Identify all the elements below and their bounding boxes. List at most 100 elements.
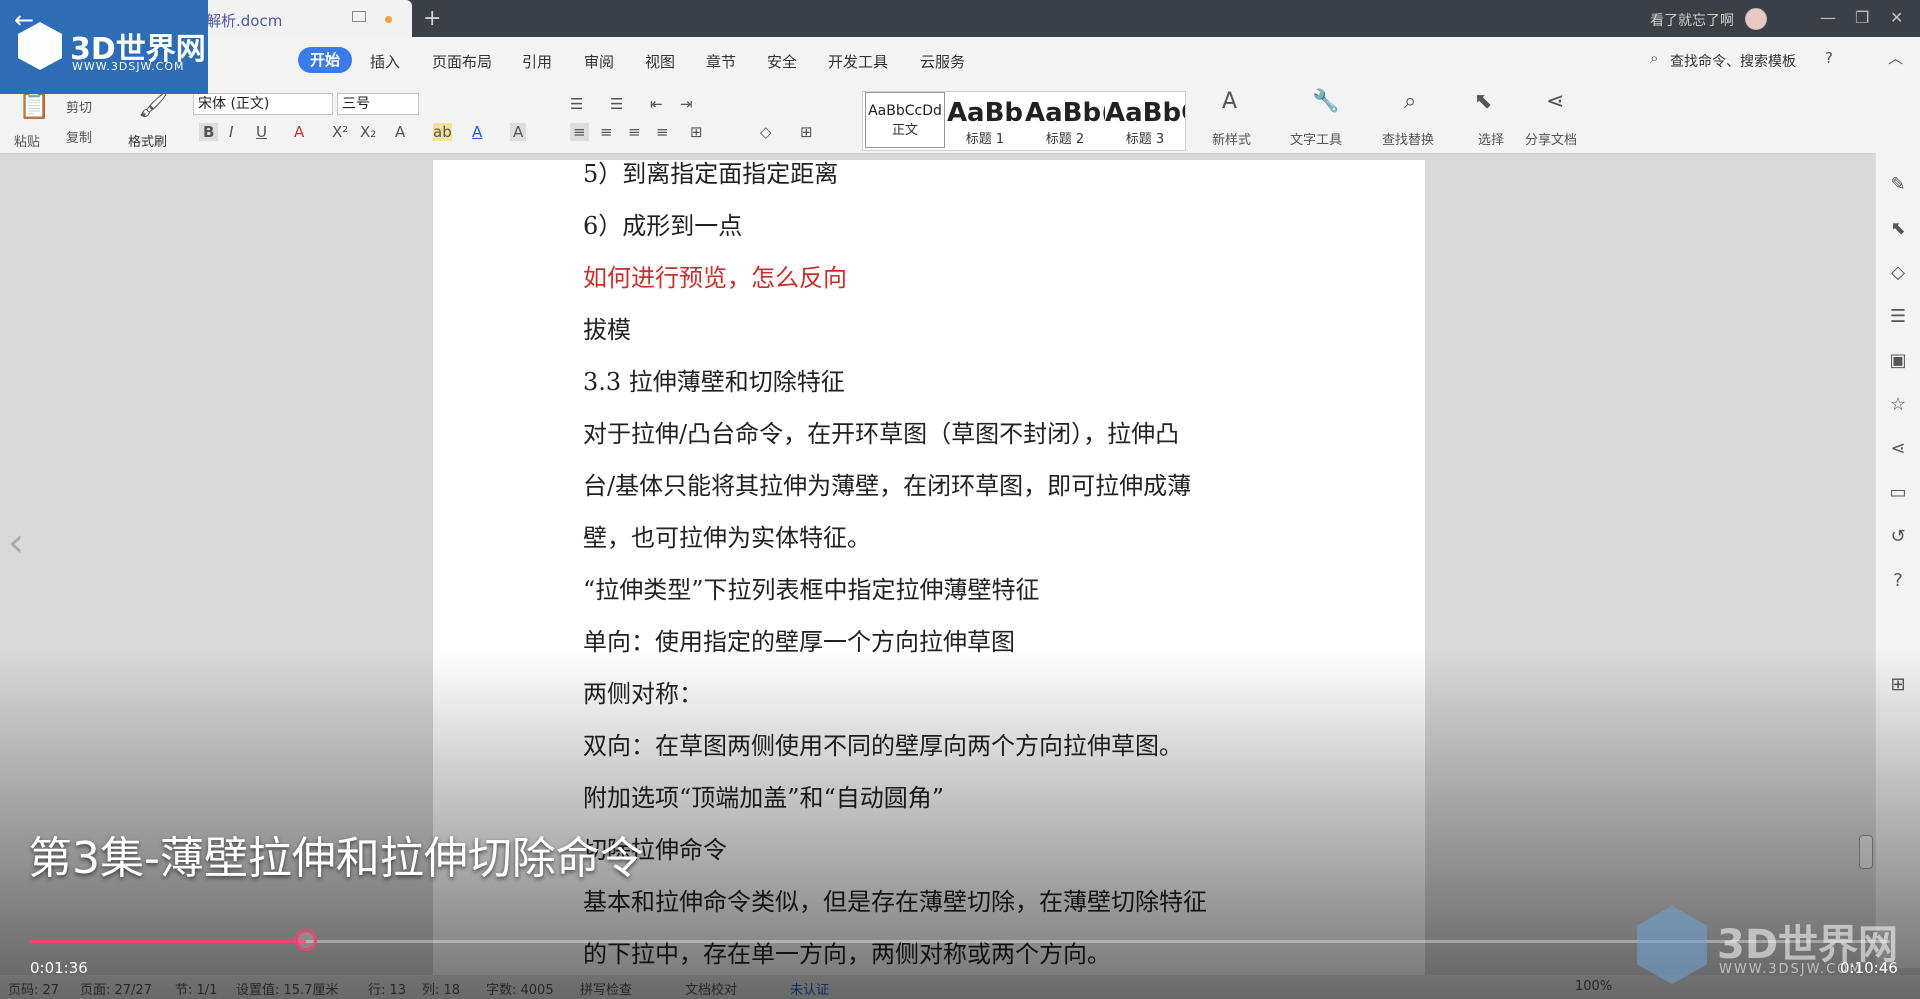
font-color-button[interactable]: A [472,123,482,141]
outdent-icon[interactable]: ⇤ [650,95,663,113]
new-style-icon[interactable]: A [1222,89,1237,114]
doc-line: 基本和拉伸命令类似，但是存在薄壁切除，在薄壁切除特征 [583,888,1207,916]
doc-line-highlight: 如何进行预览，怎么反向 [583,264,847,292]
vertical-scrollbar[interactable] [1858,165,1873,965]
indent-icon[interactable]: ⇥ [680,95,693,113]
menu-item-cloud[interactable]: 云服务 [920,51,965,72]
italic-button[interactable]: I [229,123,233,141]
new-tab-button[interactable]: + [423,6,441,31]
borders-icon[interactable]: ⊞ [800,123,813,141]
status-bar: 页码: 27 页面: 27/27 节: 1/1 设置值: 15.7厘米 行: 1… [0,975,1920,999]
align-left-icon[interactable]: ≡ [570,123,589,141]
search-icon[interactable]: ⌕ [1650,49,1658,67]
font-size-select[interactable]: 三号 [337,93,419,115]
apps-icon[interactable]: ⊞ [1886,673,1910,697]
menu-item-chapter[interactable]: 章节 [706,51,736,72]
align-right-icon[interactable]: ≡ [628,123,641,141]
minimize-button[interactable]: — [1820,8,1836,27]
close-button[interactable]: ✕ [1890,8,1903,27]
account-name[interactable]: 看了就忘了啊 [1650,10,1734,30]
doc-heading: 3.3 拉伸薄壁和切除特征 [583,368,845,396]
superscript-button[interactable]: X² [332,123,348,141]
wrench-icon[interactable]: 🔧 [1312,89,1339,114]
proofread-button[interactable]: 文档校对 [685,979,737,998]
share-icon[interactable]: ⋖ [1546,89,1564,114]
doc-line: 台/基体只能将其拉伸为薄壁，在闭环草图，即可拉伸成薄 [583,472,1192,500]
search-command-input[interactable]: 查找命令、搜索模板 [1670,51,1796,71]
font-name-select[interactable]: 宋体 (正文) [193,93,333,115]
watermark-logo: 3D世界网 WWW.3DSJW.COM [1635,902,1915,992]
status-words[interactable]: 字数: 4005 [486,979,554,998]
shapes-icon[interactable]: ◇ [1886,261,1910,285]
paste-button[interactable]: 粘贴 [14,131,40,150]
subscript-button[interactable]: X₂ [360,123,376,141]
strikethrough-button[interactable]: A [294,123,304,141]
underline-button[interactable]: U [256,123,267,141]
pen-icon[interactable]: ✎ [1886,173,1910,197]
star-icon[interactable]: ☆ [1886,393,1910,417]
cursor-icon[interactable]: ⬉ [1474,89,1492,114]
justify-icon[interactable]: ≡ [656,123,669,141]
text-effect-button[interactable]: A [395,123,405,141]
previous-page-icon[interactable]: ‹ [8,520,24,566]
distribute-icon[interactable]: ⊞ [690,123,703,141]
menu-item-view[interactable]: 视图 [645,51,675,72]
menu-item-layout[interactable]: 页面布局 [432,51,492,72]
document-tab[interactable]: 解析.docm [172,0,412,37]
menu-item-insert[interactable]: 插入 [370,51,400,72]
align-center-icon[interactable]: ≡ [600,123,613,141]
find-icon[interactable]: ⌕ [1404,89,1416,114]
bullet-list-icon[interactable]: ☰ [570,95,583,113]
history-icon[interactable]: ↺ [1886,525,1910,549]
help-icon[interactable]: ? [1886,569,1910,593]
menu-item-security[interactable]: 安全 [767,51,797,72]
style-heading-1[interactable]: AaBb 标题 1 [945,92,1025,148]
pointer-icon[interactable]: ⬉ [1886,217,1910,241]
numbered-list-icon[interactable]: ☰ [610,95,623,113]
video-progress-fill [30,940,307,943]
style-normal[interactable]: AaBbCcDd 正文 [865,92,945,148]
menu-item-developer[interactable]: 开发工具 [828,51,888,72]
format-painter-icon[interactable]: 🖌 [138,91,168,119]
settings-icon[interactable]: ☰ [1886,305,1910,329]
style-heading-2[interactable]: AaBb( 标题 2 [1025,92,1105,148]
archive-icon[interactable]: ▭ [1886,481,1910,505]
episode-title: 第3集-薄壁拉伸和拉伸切除命令 [28,833,644,884]
doc-line: “拉伸类型”下拉列表框中指定拉伸薄壁特征 [583,576,1040,604]
highlight-button[interactable]: ab [433,123,452,141]
video-progress-knob[interactable] [295,929,318,951]
screen-icon[interactable] [352,11,366,22]
status-section: 节: 1/1 [175,983,218,998]
style-heading-3[interactable]: AaBbC( 标题 3 [1105,92,1185,148]
status-setting: 设置值: 15.7厘米 [236,983,339,998]
paste-icon[interactable]: 📋 [18,91,50,121]
zoom-level[interactable]: 100% [1575,979,1612,994]
find-replace-button[interactable]: 查找替换 [1382,129,1434,148]
video-progress-bar[interactable] [30,929,1890,951]
auth-status[interactable]: 未认证 [790,979,829,998]
select-button[interactable]: 选择 [1478,129,1504,148]
menu-item-references[interactable]: 引用 [522,51,552,72]
maximize-button[interactable]: ❐ [1855,8,1869,27]
menu-item-home[interactable]: 开始 [298,47,352,73]
spell-check-button[interactable]: 拼写检查 [580,979,632,998]
format-painter-button[interactable]: 格式刷 [128,131,167,150]
share-button[interactable]: 分享文档 [1525,129,1577,148]
image-icon[interactable]: ▣ [1886,349,1910,373]
text-tools-button[interactable]: 文字工具 [1290,129,1342,148]
copy-button[interactable]: 复制 [66,127,92,146]
doc-line: 双向：在草图两侧使用不同的壁厚向两个方向拉伸草图。 [583,732,1183,760]
new-style-button[interactable]: 新样式 [1212,129,1251,148]
scroll-thumb[interactable] [1859,835,1873,869]
bold-button[interactable]: B [199,123,219,141]
char-shading-button[interactable]: A [510,123,527,141]
menu-item-review[interactable]: 审阅 [584,51,614,72]
share-icon[interactable]: ⋖ [1886,437,1910,461]
title-bar: 解析.docm + 看了就忘了啊 — ❐ ✕ [0,0,1920,37]
help-icon[interactable]: ? [1825,49,1833,67]
collapse-ribbon-icon[interactable]: ︿ [1888,47,1903,68]
shading-icon[interactable]: ◇ [760,123,772,141]
cut-button[interactable]: 剪切 [66,97,92,116]
avatar[interactable] [1745,8,1767,30]
doc-line: 附加选项“顶端加盖”和“自动圆角” [583,784,945,812]
